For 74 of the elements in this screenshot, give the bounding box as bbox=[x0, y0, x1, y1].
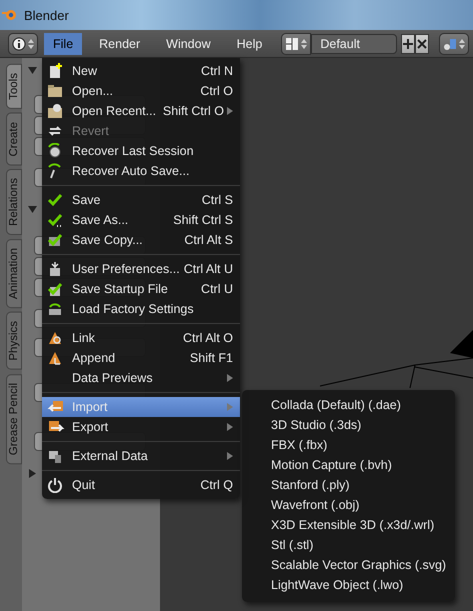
menu-item[interactable]: User Preferences... Ctrl Alt U bbox=[42, 259, 240, 279]
menu-item[interactable]: Load Factory Settings bbox=[42, 299, 240, 319]
plus-icon bbox=[402, 38, 414, 50]
menu-item[interactable]: Save Copy... Ctrl Alt S bbox=[42, 230, 240, 250]
clock-arrow-icon bbox=[47, 143, 63, 159]
menu-item[interactable]: LightWave Object (.lwo) bbox=[242, 575, 455, 595]
menu-item[interactable]: Recover Auto Save... bbox=[42, 161, 240, 181]
check-icon bbox=[47, 192, 63, 208]
factory-reset-icon bbox=[47, 301, 63, 317]
submenu-arrow-icon bbox=[227, 423, 233, 431]
menu-item[interactable]: 3D Studio (.3ds) bbox=[242, 415, 455, 435]
updown-arrows-icon bbox=[28, 38, 34, 50]
menu-item[interactable]: Quit Ctrl Q bbox=[42, 475, 240, 495]
menu-item[interactable]: External Data bbox=[42, 446, 240, 466]
scene-selector-button[interactable] bbox=[439, 32, 469, 54]
menu-item[interactable]: New Ctrl N bbox=[42, 61, 240, 81]
menu-item[interactable]: Save Ctrl S bbox=[42, 190, 240, 210]
collapse-triangle-icon bbox=[28, 205, 37, 214]
layout-selector-button[interactable] bbox=[281, 32, 312, 54]
vertical-tab[interactable]: Relations bbox=[6, 169, 22, 236]
menu-item[interactable]: Export bbox=[42, 417, 240, 437]
menu-item[interactable]: Stanford (.ply) bbox=[242, 475, 455, 495]
menu-item[interactable]: Append Shift F1 bbox=[42, 348, 240, 368]
menu-tab[interactable]: File bbox=[44, 32, 82, 54]
vertical-tab[interactable]: Create bbox=[6, 112, 22, 166]
preferences-icon bbox=[47, 261, 63, 277]
updown-arrows-icon bbox=[459, 38, 465, 50]
vertical-tab[interactable]: Grease Pencil bbox=[6, 374, 22, 464]
power-icon bbox=[47, 477, 63, 493]
menu-item[interactable]: Collada (Default) (.dae) bbox=[242, 395, 455, 415]
menu-item[interactable]: Stl (.stl) bbox=[242, 535, 455, 555]
menu-tab[interactable]: Render bbox=[90, 32, 150, 54]
submenu-arrow-icon bbox=[227, 107, 233, 115]
submenu-arrow-icon bbox=[227, 452, 233, 460]
editor-type-button[interactable] bbox=[8, 32, 38, 54]
vertical-tab[interactable]: Animation bbox=[6, 239, 22, 308]
append-icon bbox=[47, 350, 63, 366]
vertical-tab[interactable]: Tools bbox=[6, 64, 22, 109]
menu-item[interactable]: FBX (.fbx) bbox=[242, 435, 455, 455]
info-icon bbox=[12, 36, 26, 50]
check-dots-icon bbox=[47, 212, 63, 228]
menu-item[interactable]: Open Recent... Shift Ctrl O bbox=[42, 101, 240, 121]
add-button[interactable] bbox=[401, 34, 415, 54]
menu-item[interactable]: Save As... Shift Ctrl S bbox=[42, 210, 240, 230]
menu-item[interactable]: Data Previews bbox=[42, 368, 240, 388]
close-icon bbox=[416, 38, 428, 50]
check-copy-icon bbox=[47, 232, 63, 248]
menu-tab[interactable]: Help bbox=[228, 32, 272, 54]
menu-item[interactable]: X3D Extensible 3D (.x3d/.wrl) bbox=[242, 515, 455, 535]
close-button[interactable] bbox=[415, 34, 429, 54]
layout-icon bbox=[285, 36, 300, 50]
link-icon bbox=[47, 330, 63, 346]
scene-icon bbox=[443, 36, 457, 50]
menu-item[interactable]: Wavefront (.obj) bbox=[242, 495, 455, 515]
expand-triangle-icon bbox=[28, 469, 37, 478]
external-data-icon bbox=[47, 448, 63, 464]
submenu-arrow-icon bbox=[227, 374, 233, 382]
menu-item[interactable]: Motion Capture (.bvh) bbox=[242, 455, 455, 475]
save-startup-icon bbox=[47, 281, 63, 297]
menu-tab[interactable]: Window bbox=[157, 32, 220, 54]
menu-item[interactable]: Scalable Vector Graphics (.svg) bbox=[242, 555, 455, 575]
layout-name-field[interactable]: Default bbox=[311, 34, 397, 54]
menu-item[interactable]: Link Ctrl Alt O bbox=[42, 328, 240, 348]
window-title: Blender bbox=[24, 8, 69, 22]
menu-item[interactable]: Save Startup File Ctrl U bbox=[42, 279, 240, 299]
collapse-triangle-icon bbox=[28, 66, 37, 75]
vertical-tab[interactable]: Physics bbox=[6, 312, 22, 370]
folder-icon bbox=[47, 83, 63, 99]
updown-arrows-icon bbox=[301, 38, 308, 50]
new-file-icon bbox=[47, 63, 63, 79]
blender-logo-icon bbox=[2, 8, 18, 22]
menu-item[interactable]: Recover Last Session bbox=[42, 141, 240, 161]
submenu-arrow-icon bbox=[227, 403, 233, 411]
menu-item[interactable]: Open... Ctrl O bbox=[42, 81, 240, 101]
